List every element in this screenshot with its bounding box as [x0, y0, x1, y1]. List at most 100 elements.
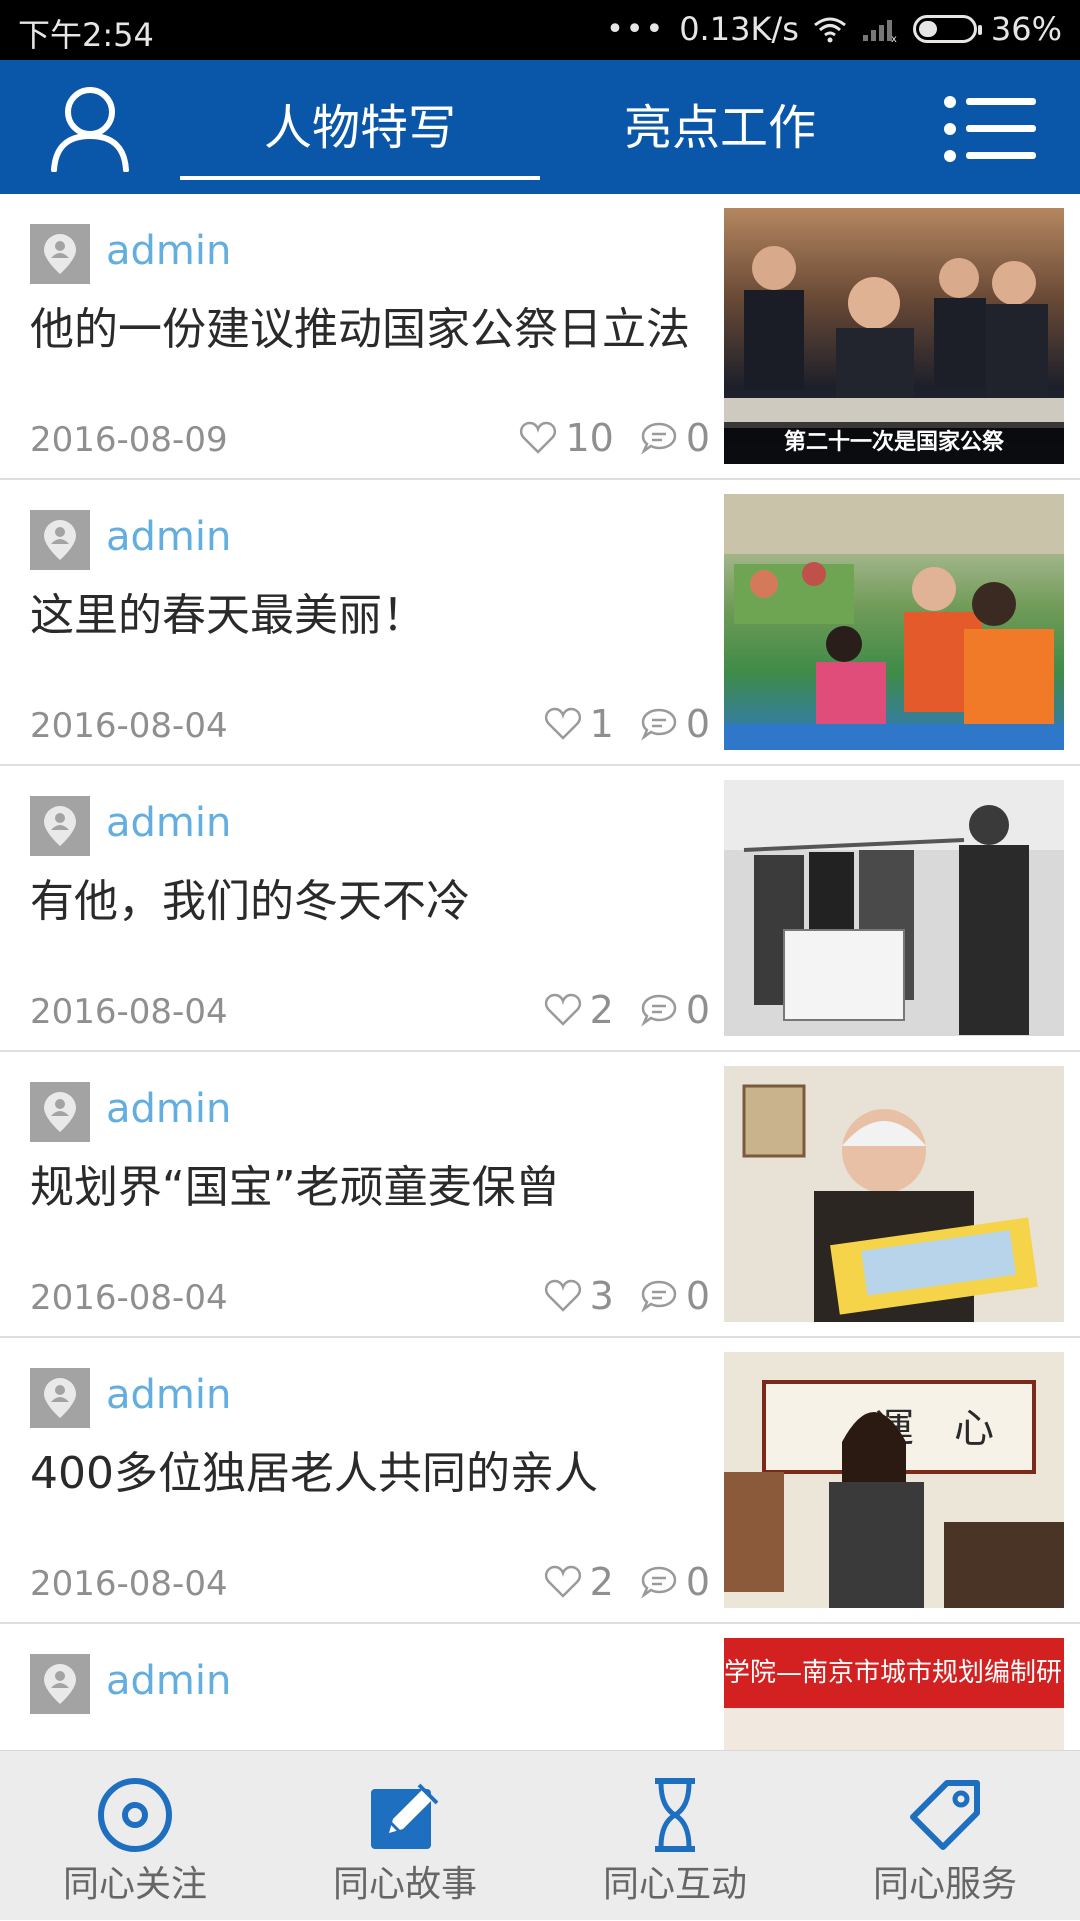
like-count: 2: [589, 1560, 614, 1604]
author-name[interactable]: admin: [106, 800, 231, 846]
user-profile-icon[interactable]: [50, 84, 130, 172]
heart-icon[interactable]: [544, 993, 582, 1027]
avatar: [30, 796, 90, 856]
avatar: [30, 224, 90, 284]
comment-icon[interactable]: [640, 421, 678, 455]
network-speed: 0.13K/s: [679, 10, 799, 48]
article-stats: 1 0: [544, 702, 710, 746]
heart-icon[interactable]: [544, 1565, 582, 1599]
nav-item-stories[interactable]: 同心故事: [270, 1751, 540, 1921]
status-right: ••• 0.13K/s x 36%: [606, 10, 1062, 48]
article-stats: 10 0: [519, 416, 710, 460]
edit-icon: [371, 1783, 439, 1849]
heart-icon[interactable]: [544, 707, 582, 741]
active-tab-indicator: [180, 176, 540, 180]
article-date: 2016-08-04: [30, 1564, 228, 1604]
signal-icon: x: [862, 20, 897, 43]
article-date: 2016-08-04: [30, 1278, 228, 1318]
article-date: 2016-08-09: [30, 420, 228, 460]
status-time: 下午2:54: [18, 16, 154, 54]
article-thumbnail[interactable]: 第二十一次是国家公祭: [724, 208, 1064, 464]
user-avatar-icon: [44, 1092, 76, 1132]
article-stats: 2 0: [544, 1560, 710, 1604]
author-name[interactable]: admin: [106, 228, 231, 274]
nav-label: 同心故事: [332, 1864, 477, 1905]
wifi-icon: [813, 17, 846, 43]
thumbnail-banner: 学院—南京市城市规划编制研究中心共建实习基地签约: [724, 1638, 1064, 1708]
article-thumbnail[interactable]: 心 運: [724, 1352, 1064, 1608]
classroom-photo: [724, 494, 1064, 750]
heart-icon[interactable]: [544, 1279, 582, 1313]
nav-label: 同心关注: [62, 1864, 207, 1905]
app-header: 人物特写 亮点工作: [0, 60, 1080, 194]
battery-level: 36%: [990, 10, 1062, 48]
nav-item-focus[interactable]: 同心关注: [0, 1751, 270, 1921]
comment-icon[interactable]: [640, 993, 678, 1027]
article-title[interactable]: 400多位独居老人共同的亲人: [30, 1446, 710, 1502]
article-thumbnail[interactable]: 学院—南京市城市规划编制研究中心共建实习基地签约: [724, 1638, 1064, 1750]
comment-count: 0: [685, 416, 710, 460]
svg-text:心: 心: [954, 1406, 994, 1452]
like-count: 2: [589, 988, 614, 1032]
heart-icon[interactable]: [519, 421, 557, 455]
comment-icon[interactable]: [640, 707, 678, 741]
comment-count: 0: [685, 988, 710, 1032]
status-bar: 下午2:54 ••• 0.13K/s x 36%: [0, 0, 1080, 60]
user-avatar-icon: [44, 1378, 76, 1418]
svg-text:x: x: [891, 34, 897, 43]
target-icon: [98, 1778, 172, 1852]
user-avatar-icon: [44, 806, 76, 846]
more-dots-icon: •••: [606, 11, 666, 47]
article-title[interactable]: 规划界“国宝”老顽童麦保曾: [30, 1160, 710, 1216]
elderly-man-photo: [742, 1084, 1038, 1322]
article-stats: 2 0: [544, 988, 710, 1032]
clothing-rack-photo: [724, 780, 1064, 1035]
avatar: [30, 1654, 90, 1714]
nav-item-interaction[interactable]: 同心互动: [540, 1751, 810, 1921]
woman-portrait-photo: 心 運: [724, 1380, 1064, 1608]
list-item[interactable]: admin 学院—南京市城市规划编制研究中心共建实习基地签约: [0, 1624, 1080, 1750]
author-name[interactable]: admin: [106, 514, 231, 560]
user-avatar-icon: [44, 234, 76, 274]
article-stats: 3 0: [544, 1274, 710, 1318]
tag-icon: [910, 1780, 980, 1850]
comment-icon[interactable]: [640, 1565, 678, 1599]
avatar: [30, 1368, 90, 1428]
article-title[interactable]: 这里的春天最美丽！: [30, 588, 710, 644]
article-thumbnail[interactable]: [724, 1066, 1064, 1322]
author-name[interactable]: admin: [106, 1658, 231, 1704]
list-item[interactable]: admin 有他，我们的冬天不冷 2016-08-04 2 0: [0, 766, 1080, 1052]
like-count: 10: [565, 416, 614, 460]
nav-label: 同心服务: [872, 1864, 1017, 1905]
tab-highlight-work[interactable]: 亮点工作: [560, 88, 880, 194]
list-item[interactable]: admin 这里的春天最美丽！ 2016-08-04 1 0: [0, 480, 1080, 766]
menu-list-icon[interactable]: [942, 94, 1038, 164]
comment-count: 0: [685, 1274, 710, 1318]
nav-item-service[interactable]: 同心服务: [810, 1751, 1080, 1921]
comment-icon[interactable]: [640, 1279, 678, 1313]
article-title[interactable]: 有他，我们的冬天不冷: [30, 874, 710, 930]
thumbnail-caption: 第二十一次是国家公祭: [724, 422, 1064, 464]
avatar: [30, 1082, 90, 1142]
list-item[interactable]: admin 规划界“国宝”老顽童麦保曾 2016-08-04 3 0: [0, 1052, 1080, 1338]
avatar: [30, 510, 90, 570]
author-name[interactable]: admin: [106, 1372, 231, 1418]
article-title[interactable]: 他的一份建议推动国家公祭日立法: [30, 302, 710, 358]
author-name[interactable]: admin: [106, 1086, 231, 1132]
like-count: 3: [589, 1274, 614, 1318]
nav-label: 同心互动: [602, 1864, 747, 1905]
comment-count: 0: [685, 702, 710, 746]
article-thumbnail[interactable]: [724, 494, 1064, 750]
comment-count: 0: [685, 1560, 710, 1604]
user-avatar-icon: [44, 520, 76, 560]
bottom-navigation: 同心关注 同心故事 同心互动 同心服务: [0, 1750, 1080, 1920]
list-item[interactable]: admin 400多位独居老人共同的亲人 2016-08-04 2 0 心 運: [0, 1338, 1080, 1624]
article-thumbnail[interactable]: [724, 780, 1064, 1036]
list-item[interactable]: admin 他的一份建议推动国家公祭日立法 2016-08-09 10 0 第二…: [0, 194, 1080, 480]
article-date: 2016-08-04: [30, 706, 228, 746]
hourglass-icon: [655, 1778, 695, 1852]
battery-icon: [912, 15, 982, 43]
article-list[interactable]: admin 他的一份建议推动国家公祭日立法 2016-08-09 10 0 第二…: [0, 194, 1080, 1750]
article-date: 2016-08-04: [30, 992, 228, 1032]
user-avatar-icon: [44, 1664, 76, 1704]
